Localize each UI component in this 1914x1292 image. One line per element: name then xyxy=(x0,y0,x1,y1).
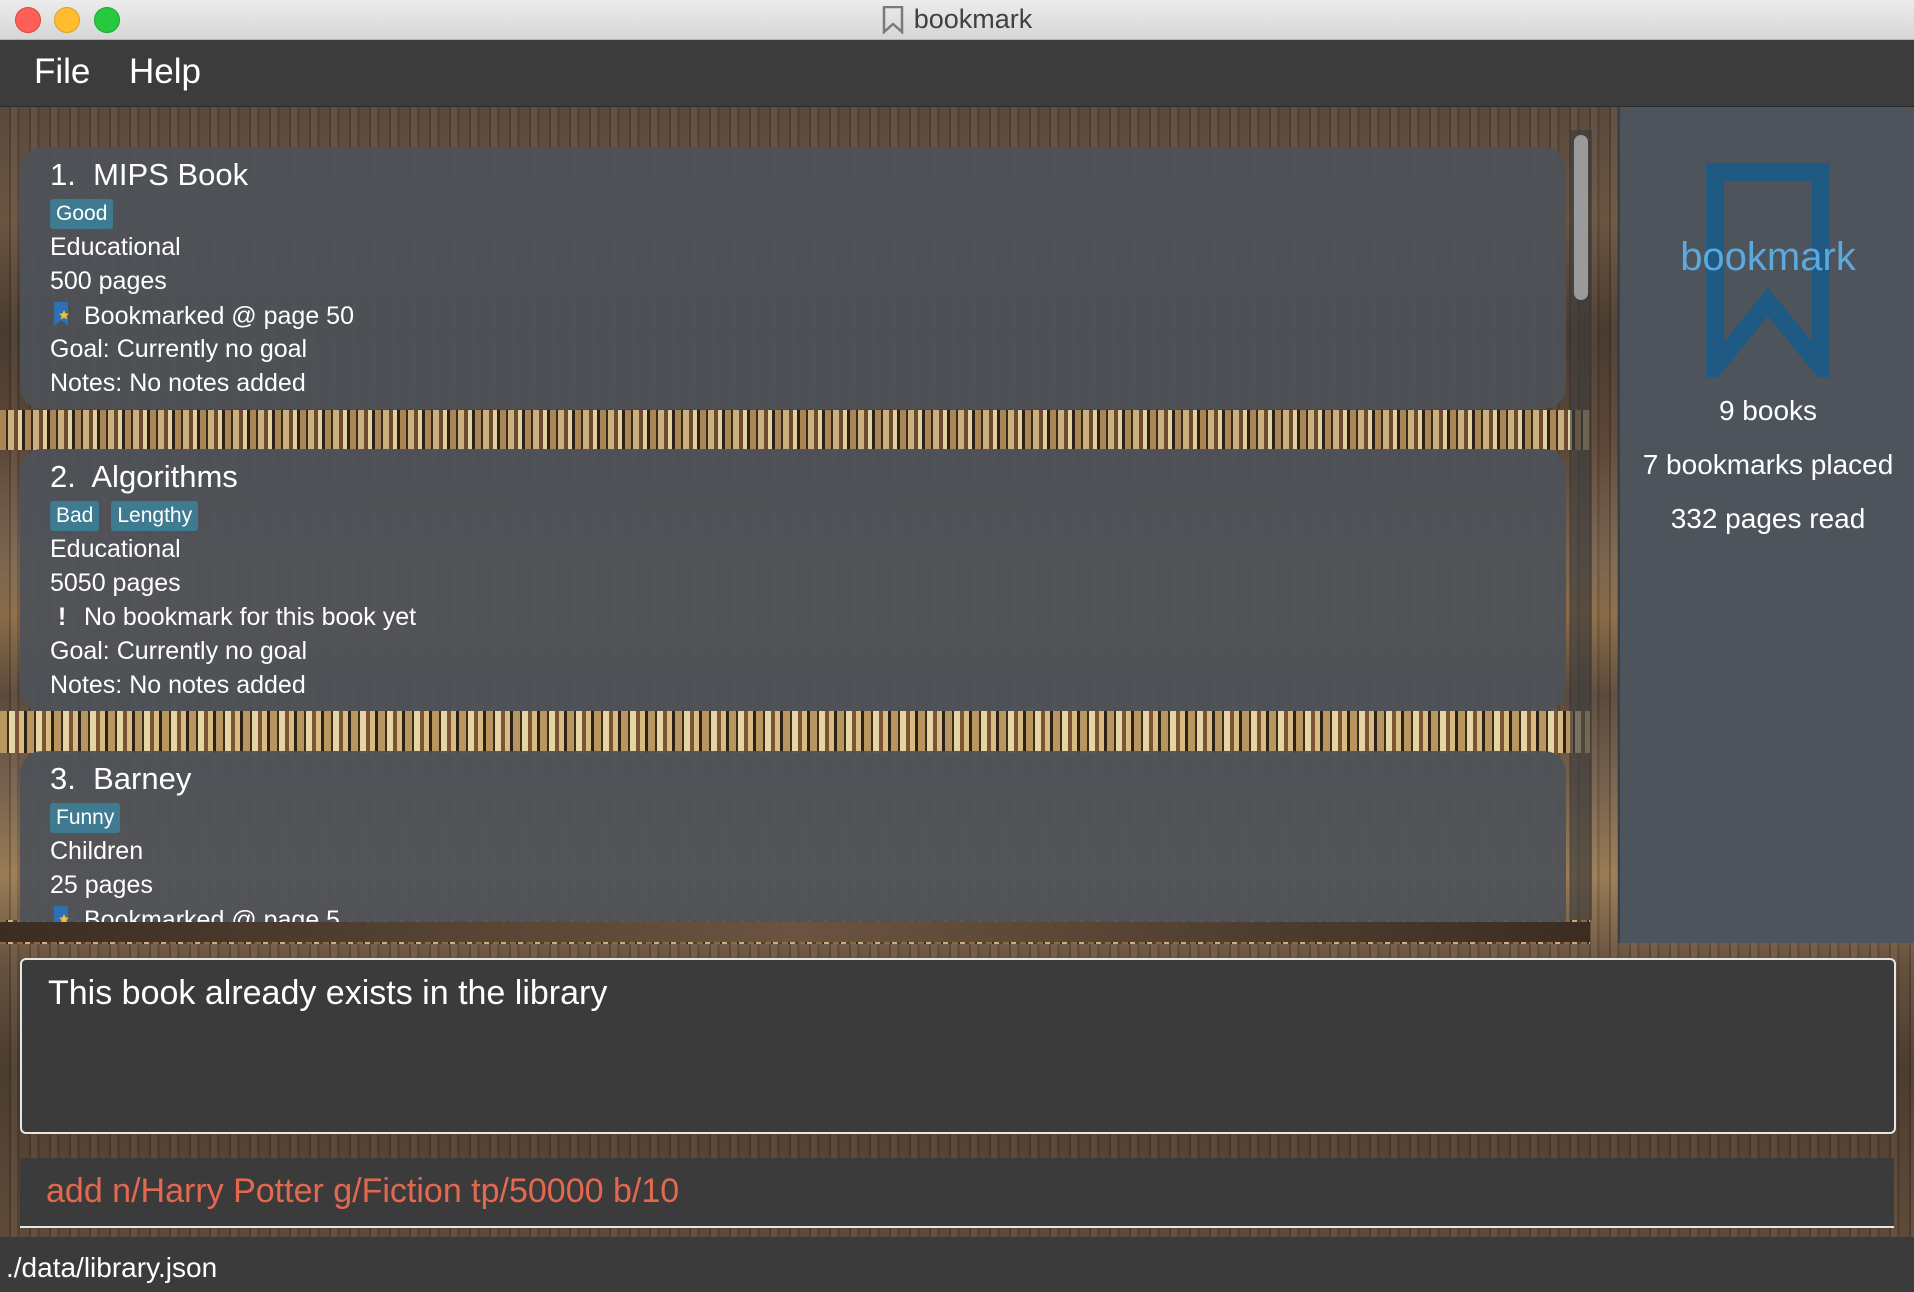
pages-read-count: 332 pages read xyxy=(1670,503,1866,534)
window-title: bookmark xyxy=(913,4,1033,34)
tag: Lengthy xyxy=(111,501,199,531)
bookmarks-count: 7 bookmarks placed xyxy=(1642,449,1894,480)
menu-file[interactable]: File xyxy=(34,52,90,92)
menu-bar: File Help xyxy=(0,40,1914,107)
book-index: 1. xyxy=(50,157,76,192)
book-index: 3. xyxy=(50,761,76,796)
book-name: Barney xyxy=(93,761,192,796)
book-list[interactable]: 1. MIPS Book Good Educational 500 pages … xyxy=(0,107,1590,942)
save-file-path: ./data/library.json xyxy=(6,1252,218,1283)
book-genre: Children xyxy=(50,837,144,865)
book-card[interactable]: 3. Barney Funny Children 25 pages Bookma… xyxy=(20,751,1566,942)
exclamation-icon: ! xyxy=(57,603,67,631)
result-message: This book already exists in the library xyxy=(48,974,608,1012)
shelf-edge xyxy=(0,922,1590,942)
book-title: 3. Barney xyxy=(50,761,191,797)
bookmark-star-icon xyxy=(54,302,69,326)
tag: Bad xyxy=(50,501,100,531)
tag-list: Good xyxy=(50,199,114,229)
book-card[interactable]: 2. Algorithms Bad Lengthy Educational 50… xyxy=(20,449,1566,711)
book-pages: 5050 pages xyxy=(50,569,181,597)
result-display: This book already exists in the library xyxy=(20,958,1896,1134)
book-index: 2. xyxy=(50,459,76,494)
book-notes: Notes: No notes added xyxy=(50,671,306,699)
status-bar: ./data/library.json xyxy=(0,1240,1914,1292)
tag: Funny xyxy=(50,803,121,833)
bookmark-status: ! No bookmark for this book yet xyxy=(50,603,416,632)
command-text[interactable]: add n/Harry Potter g/Fiction tp/50000 b/… xyxy=(46,1172,679,1211)
book-notes: Notes: No notes added xyxy=(50,369,306,397)
book-pages: 25 pages xyxy=(50,871,153,899)
bookmark-text: No bookmark for this book yet xyxy=(84,603,417,631)
book-goal: Goal: Currently no goal xyxy=(50,637,308,665)
command-input[interactable]: add n/Harry Potter g/Fiction tp/50000 b/… xyxy=(20,1158,1894,1228)
book-pages: 500 pages xyxy=(50,267,167,295)
book-name: MIPS Book xyxy=(93,157,249,192)
title-bar: bookmark xyxy=(0,0,1914,40)
book-title: 1. MIPS Book xyxy=(50,157,248,193)
tag-list: Bad Lengthy xyxy=(50,501,199,531)
list-scroll-thumb[interactable] xyxy=(1574,135,1588,300)
book-goal: Goal: Currently no goal xyxy=(50,335,308,363)
logo-text: bookmark xyxy=(1680,235,1856,279)
book-name: Algorithms xyxy=(91,459,238,494)
book-genre: Educational xyxy=(50,535,181,563)
menu-help[interactable]: Help xyxy=(129,52,201,92)
book-title: 2. Algorithms xyxy=(50,459,238,495)
books-count: 9 books xyxy=(1718,395,1818,426)
bookmark-icon xyxy=(882,5,903,34)
tag: Good xyxy=(50,199,114,229)
bookmark-text: Bookmarked @ page 50 xyxy=(84,302,354,330)
book-card[interactable]: 1. MIPS Book Good Educational 500 pages … xyxy=(20,147,1566,409)
book-genre: Educational xyxy=(50,233,181,261)
stats-panel: bookmark 9 books 7 bookmarks placed 332 … xyxy=(1618,107,1914,943)
bookmark-status: Bookmarked @ page 50 xyxy=(50,301,354,331)
tag-list: Funny xyxy=(50,803,121,833)
